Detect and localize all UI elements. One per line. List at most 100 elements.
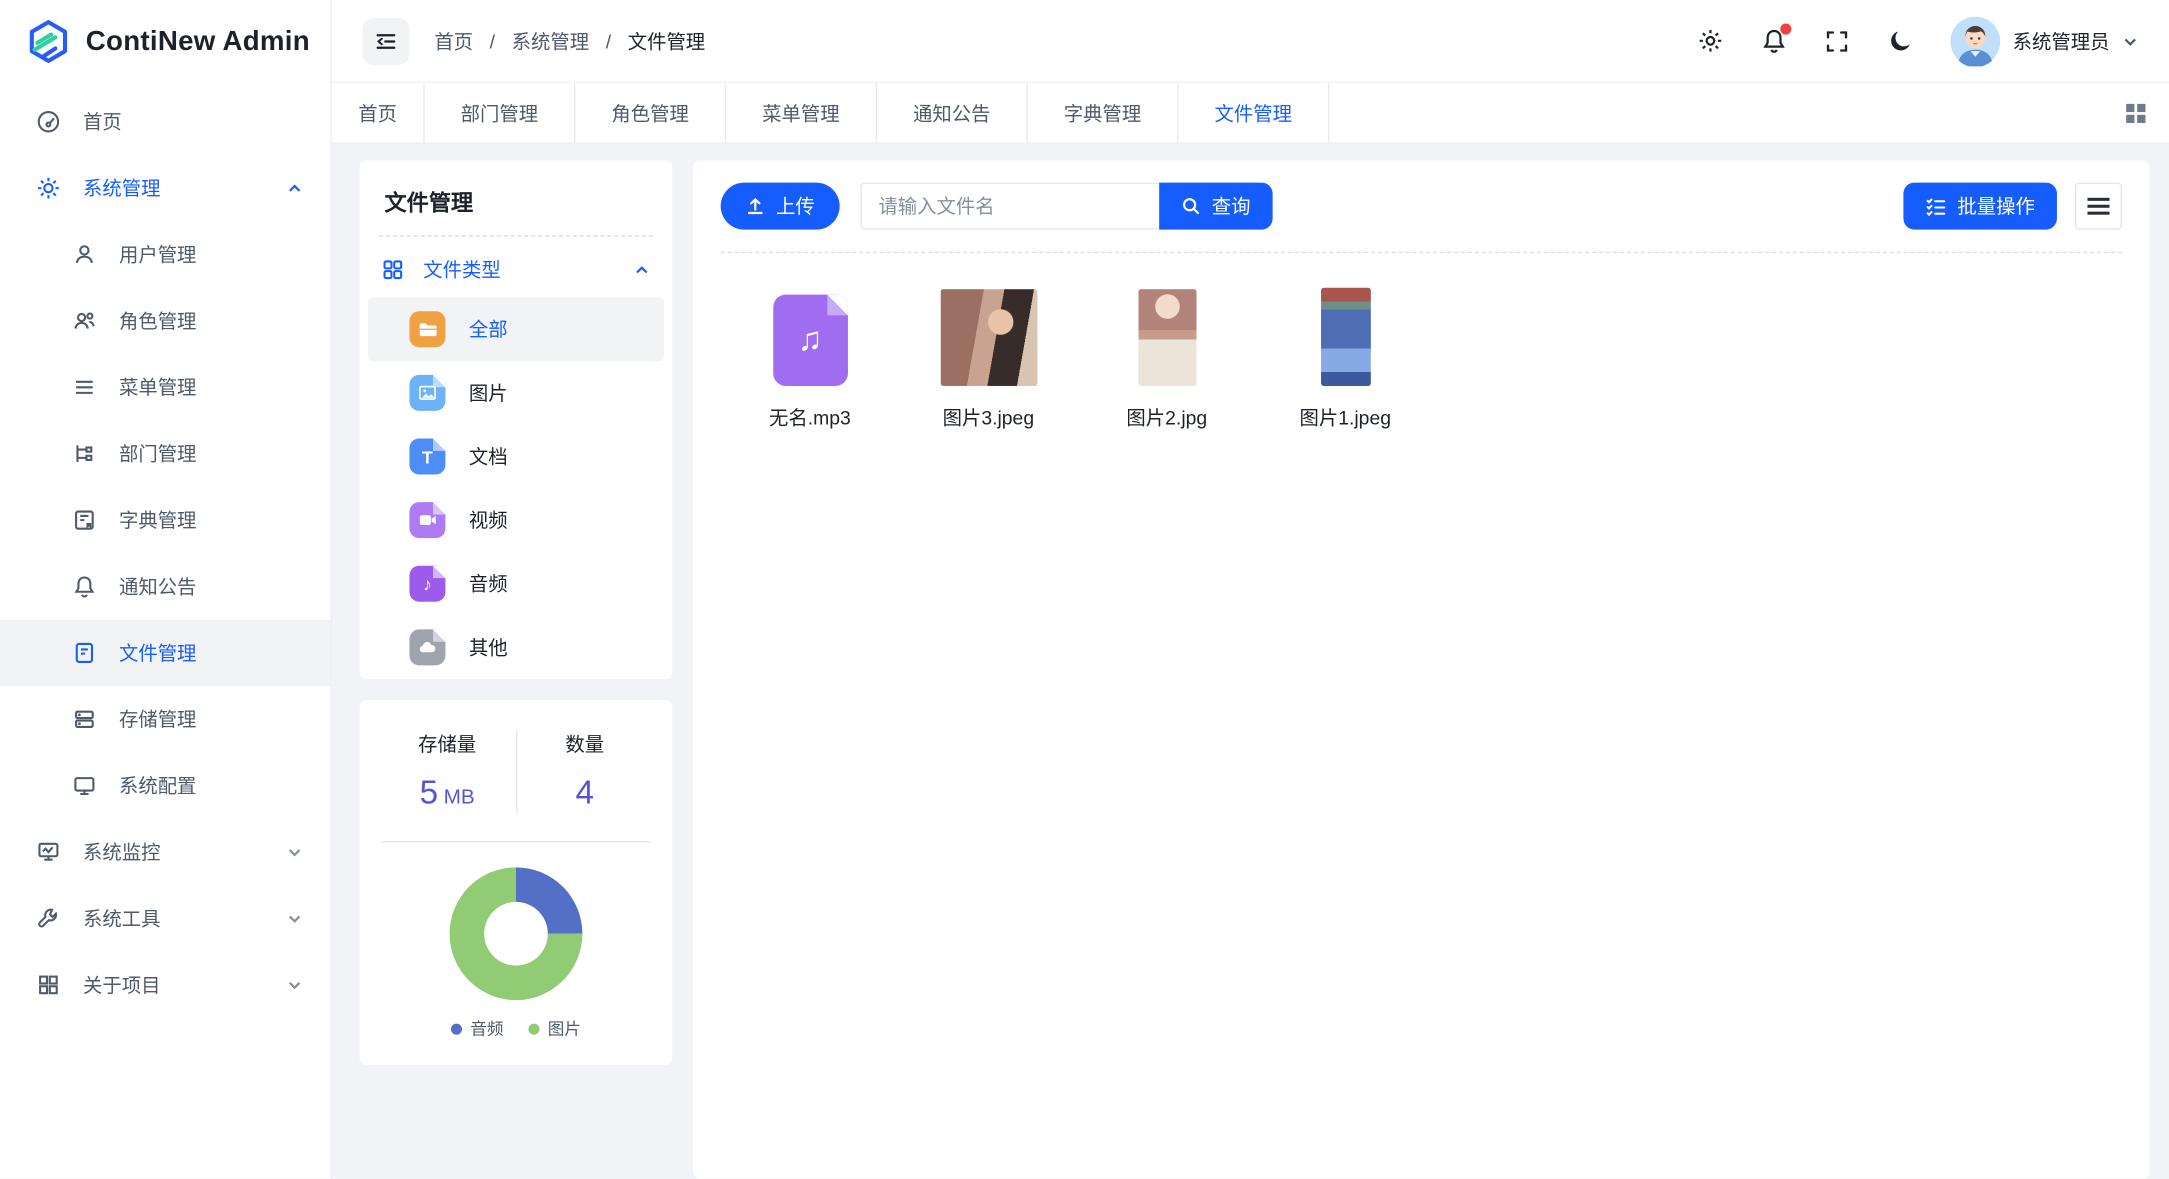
monitor-icon	[72, 773, 97, 798]
file-item-image[interactable]: 图片1.jpeg	[1256, 286, 1434, 431]
folder-icon	[409, 311, 445, 347]
monitor-chart-icon	[36, 840, 61, 865]
sidebar-item-label: 字典管理	[119, 506, 196, 534]
panel-title: 文件管理	[360, 160, 673, 235]
wrench-icon	[36, 906, 61, 931]
sidebar-group-system[interactable]: 系统管理	[0, 155, 331, 221]
sidebar-item-users[interactable]: 用户管理	[0, 221, 331, 287]
divider	[721, 252, 2122, 253]
avatar	[1950, 16, 2000, 66]
video-file-icon	[409, 502, 445, 538]
file-item-audio[interactable]: ♫ 无名.mp3	[721, 286, 899, 431]
apps-grid-icon	[382, 259, 404, 281]
app-window: ContiNew Admin 首页 系统管理	[0, 0, 2169, 1179]
file-type-label: 视频	[469, 506, 508, 534]
tab-roles[interactable]: 角色管理	[575, 83, 726, 142]
sidebar-item-tools[interactable]: 系统工具	[0, 885, 331, 951]
settings-icon[interactable]	[1696, 27, 1724, 55]
server-icon	[72, 707, 97, 732]
search-input[interactable]	[860, 183, 1159, 230]
notification-bell-icon[interactable]	[1760, 27, 1788, 55]
sidebar-collapse-button[interactable]	[362, 17, 409, 64]
app-logo[interactable]: ContiNew Admin	[0, 0, 331, 83]
breadcrumb-item[interactable]: 系统管理	[512, 27, 589, 55]
tab-options-grid-icon[interactable]	[2103, 83, 2169, 142]
sidebar-item-label: 文件管理	[119, 639, 196, 667]
tab-departments[interactable]: 部门管理	[425, 83, 576, 142]
cloud-file-icon	[409, 629, 445, 665]
tab-dict[interactable]: 字典管理	[1028, 83, 1179, 142]
file-item-image[interactable]: 图片3.jpeg	[899, 286, 1077, 431]
doc-file-icon: T	[409, 439, 445, 475]
sidebar-item-label: 用户管理	[119, 241, 196, 269]
sidebar-item-files[interactable]: 文件管理	[0, 620, 331, 686]
file-type-label: 其他	[469, 634, 508, 662]
image-thumbnail	[1138, 289, 1196, 386]
file-type-other[interactable]: 其他	[368, 616, 664, 680]
file-type-header-label: 文件类型	[423, 256, 500, 284]
sidebar-item-monitoring[interactable]: 系统监控	[0, 819, 331, 885]
header-actions: 系统管理员	[1696, 16, 2139, 66]
sidebar-item-config[interactable]: 系统配置	[0, 753, 331, 819]
sidebar-item-menus[interactable]: 菜单管理	[0, 354, 331, 420]
sidebar-group-label: 系统管理	[83, 174, 160, 202]
tab-files-active[interactable]: 文件管理	[1179, 83, 1330, 142]
sidebar-item-about[interactable]: 关于项目	[0, 952, 331, 1018]
file-type-all[interactable]: 全部	[368, 297, 664, 361]
sidebar-item-label: 存储管理	[119, 705, 196, 733]
image-file-icon	[409, 375, 445, 411]
count-value: 4	[517, 775, 653, 814]
upload-button[interactable]: 上传	[721, 183, 840, 230]
sidebar-item-home[interactable]: 首页	[0, 89, 331, 155]
chevron-down-icon	[2122, 33, 2139, 50]
user-menu[interactable]: 系统管理员	[1950, 16, 2138, 66]
sidebar-item-label: 通知公告	[119, 573, 196, 601]
tab-notices[interactable]: 通知公告	[877, 83, 1028, 142]
sidebar-item-label: 系统配置	[119, 772, 196, 800]
breadcrumb-item-current: 文件管理	[628, 27, 705, 55]
sidebar-item-label: 首页	[83, 108, 122, 136]
file-type-audio[interactable]: ♪ 音频	[368, 552, 664, 616]
query-button[interactable]: 查询	[1159, 183, 1272, 230]
file-item-image[interactable]: 图片2.jpg	[1078, 286, 1256, 431]
tab-bar: 首页 部门管理 角色管理 菜单管理 通知公告 字典管理 文件管理	[332, 83, 2169, 144]
tab-home[interactable]: 首页	[332, 83, 425, 142]
breadcrumb-item[interactable]: 首页	[434, 27, 473, 55]
tab-menus[interactable]: 菜单管理	[726, 83, 877, 142]
file-type-label: 音频	[469, 570, 508, 598]
sidebar-item-storage[interactable]: 存储管理	[0, 686, 331, 752]
dark-mode-moon-icon[interactable]	[1887, 27, 1915, 55]
upload-icon	[746, 196, 765, 215]
dashboard-icon	[36, 109, 61, 134]
sidebar-item-roles[interactable]: 角色管理	[0, 288, 331, 354]
file-name: 图片3.jpeg	[943, 404, 1035, 432]
grid-icon	[36, 972, 61, 997]
file-type-tree-header[interactable]: 文件类型	[360, 237, 673, 298]
file-type-image[interactable]: 图片	[368, 361, 664, 425]
list-view-toggle[interactable]	[2075, 183, 2122, 230]
sidebar: ContiNew Admin 首页 系统管理	[0, 0, 332, 1179]
sidebar-item-notices[interactable]: 通知公告	[0, 553, 331, 619]
audio-file-icon: ♪	[409, 566, 445, 602]
image-thumbnail	[1320, 288, 1370, 386]
batch-operations-button[interactable]: 批量操作	[1903, 183, 2057, 230]
stats-row: 存储量 5MB 数量 4	[379, 730, 653, 813]
storage-value: 5MB	[379, 775, 515, 814]
app-title: ContiNew Admin	[86, 26, 310, 58]
file-type-video[interactable]: 视频	[368, 488, 664, 552]
bell-icon	[72, 574, 97, 599]
chevron-down-icon	[286, 910, 303, 927]
storage-stat: 存储量 5MB	[379, 730, 515, 813]
file-type-label: 全部	[469, 315, 508, 343]
content-area: 文件管理 文件类型 全部	[332, 144, 2169, 1179]
fullscreen-icon[interactable]	[1823, 27, 1851, 55]
storage-donut-chart	[450, 867, 583, 1000]
divider	[382, 841, 650, 842]
chart-legend: 音频 图片	[379, 1017, 653, 1041]
file-type-card: 文件管理 文件类型 全部	[360, 160, 673, 679]
mp3-file-icon: ♫	[773, 295, 848, 386]
sidebar-item-dict[interactable]: 字典管理	[0, 487, 331, 553]
sidebar-item-departments[interactable]: 部门管理	[0, 421, 331, 487]
file-type-doc[interactable]: T 文档	[368, 425, 664, 489]
logo-icon	[25, 18, 72, 65]
